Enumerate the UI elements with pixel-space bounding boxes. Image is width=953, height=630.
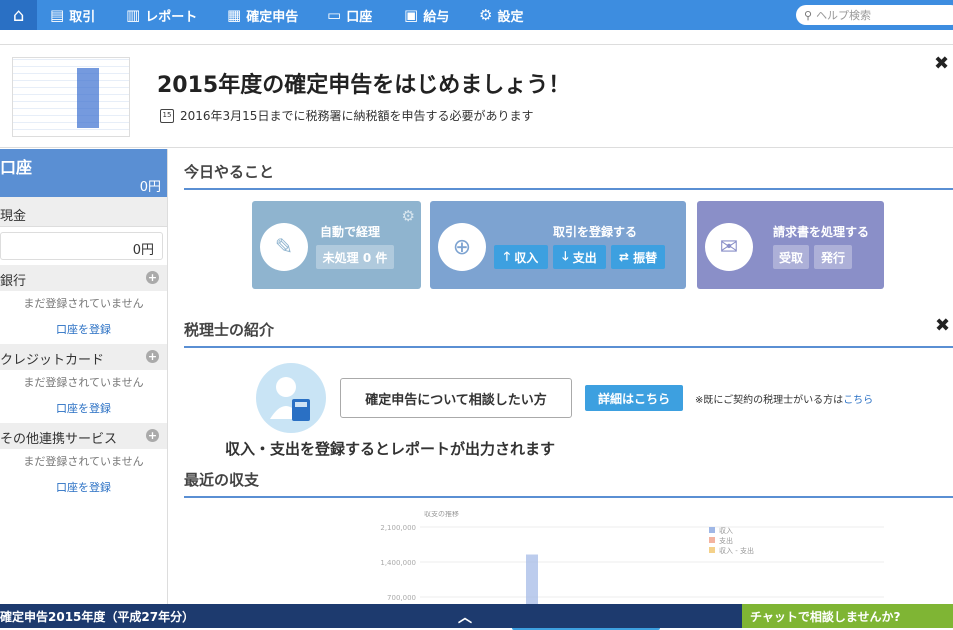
chart-empty-message: 収入・支出を登録するとレポートが出力されます — [225, 438, 556, 459]
accounts-sidebar: 口座 0円 現金 0円 銀行 + まだ登録されていません 口座を登録 クレジットカ… — [0, 149, 168, 604]
inbox-plus-icon: ⊕ — [438, 223, 486, 271]
columns-icon: ▦ — [227, 6, 242, 24]
help-search-input[interactable]: ⚲ ヘルプ検索 — [796, 5, 953, 25]
card-icon: ▭ — [327, 6, 342, 24]
cash-header: 現金 — [0, 197, 167, 227]
credit-card-section-header: クレジットカード + — [0, 344, 167, 370]
legend-label: 収入 — [719, 527, 733, 535]
tax-return-footer[interactable]: 確定申告2015年度（平成27年分） ︿ — [0, 604, 742, 628]
chevron-up-icon[interactable]: ︿ — [458, 607, 472, 627]
y-tick-label: 1,400,000 — [380, 559, 416, 567]
accounts-total: 0円 — [139, 180, 161, 195]
add-bank-icon[interactable]: + — [146, 271, 159, 284]
register-bank-link[interactable]: 口座を登録 — [0, 321, 167, 341]
nav-item-settings[interactable]: ⚙ 設定 — [479, 0, 523, 30]
close-tax-section-icon[interactable]: ✖ — [935, 315, 950, 336]
expense-button[interactable]: 🡓 支出 — [553, 245, 606, 269]
chat-bar[interactable]: チャットで相談しませんか? — [742, 604, 953, 628]
nav-item-payroll[interactable]: ▣ 給与 — [404, 0, 449, 30]
tax-accountant-intro: 確定申告について相談したい方 詳細はこちら ※既にご契約の税理士がいる方はこちら — [184, 363, 953, 435]
legend-swatch — [709, 537, 715, 543]
unprocessed-badge[interactable]: 未処理 0 件 — [316, 245, 394, 269]
nav-item-transactions[interactable]: ▤ 取引 — [50, 0, 95, 30]
banner-title: 2015年度の確定申告をはじめましょう！ — [157, 73, 571, 98]
income-button[interactable]: 🡑 収入 — [494, 245, 548, 269]
legend-swatch — [709, 527, 715, 533]
tax-accountant-title: 税理士の紹介 — [184, 319, 953, 348]
calendar-icon: 15 — [160, 108, 174, 123]
y-tick-label: 700,000 — [387, 594, 416, 602]
invoice-card: ✉ 請求書を処理する 受取 発行 — [697, 201, 884, 289]
register-service-link[interactable]: 口座を登録 — [0, 479, 167, 499]
gear-icon: ⚙ — [479, 6, 493, 24]
card-empty-text: まだ登録されていません — [23, 376, 144, 389]
arrow-up-icon: 🡑 — [503, 248, 515, 263]
inbox-icon: ▤ — [50, 6, 65, 24]
accountant-avatar — [256, 363, 326, 433]
add-service-icon[interactable]: + — [146, 429, 159, 442]
envelope-icon: ✉ — [705, 223, 753, 271]
income-bar — [526, 554, 538, 604]
auto-bookkeeping-card[interactable]: ✎ 自動で経理 ⚙ 未処理 0 件 — [252, 201, 421, 289]
calendar-icon: ▣ — [404, 6, 419, 24]
legend-label: 収入 - 支出 — [719, 546, 754, 555]
y-tick-label: 2,100,000 — [380, 524, 416, 532]
close-banner-icon[interactable]: ✖ — [934, 53, 949, 74]
transfer-button[interactable]: ⇄ 振替 — [611, 245, 665, 269]
today-section-title: 今日やること — [184, 161, 953, 190]
cash-value[interactable]: 0円 — [0, 232, 163, 260]
other-services-section-header: その他連携サービス + — [0, 423, 167, 449]
here-link[interactable]: こちら — [843, 395, 873, 406]
home-icon[interactable]: ⌂ — [0, 0, 37, 30]
recent-balance-title: 最近の収支 — [184, 469, 953, 498]
bank-empty-text: まだ登録されていません — [23, 297, 144, 310]
arrow-down-icon: 🡓 — [562, 248, 573, 263]
legend-swatch — [709, 547, 715, 553]
services-empty-text: まだ登録されていません — [23, 455, 144, 468]
add-card-icon[interactable]: + — [146, 350, 159, 363]
search-icon: ⚲ — [804, 8, 813, 22]
legend-label: 支出 — [719, 536, 733, 545]
tax-form-thumbnail — [12, 57, 130, 137]
banner-subtitle: 15 2016年3月15日までに税務署に納税額を申告する必要があります — [160, 107, 533, 124]
chart-title: 収支の推移 — [424, 511, 459, 518]
bar-chart-icon: ▥ — [126, 6, 141, 24]
consult-bubble: 確定申告について相談したい方 — [340, 378, 572, 418]
balance-chart-svg: 収支の推移 2,100,000 1,400,000 700,000 収入支出収入 - 支… — [380, 511, 884, 604]
details-button[interactable]: 詳細はこちら — [585, 385, 683, 411]
accounts-header[interactable]: 口座 0円 — [0, 149, 167, 197]
transfer-icon: ⇄ — [618, 250, 634, 264]
issue-button[interactable]: 発行 — [814, 245, 852, 269]
register-transaction-card: ⊕ 取引を登録する 🡑 収入 🡓 支出 ⇄ 振替 — [430, 201, 686, 289]
register-card-link[interactable]: 口座を登録 — [0, 400, 167, 420]
bank-section-header: 銀行 + — [0, 265, 167, 291]
existing-accountant-note: ※既にご契約の税理士がいる方はこちら — [695, 395, 874, 406]
nav-item-tax-return[interactable]: ▦ 確定申告 — [227, 0, 298, 30]
receive-button[interactable]: 受取 — [773, 245, 809, 269]
tax-return-banner: 2015年度の確定申告をはじめましょう！ 15 2016年3月15日までに税務署… — [0, 44, 953, 148]
nav-item-reports[interactable]: ▥ レポート — [126, 0, 197, 30]
balance-chart: 収支の推移 2,100,000 1,400,000 700,000 収入 支出 収入 - 支… — [184, 511, 953, 604]
gear-icon[interactable]: ⚙ — [402, 207, 415, 225]
top-navigation: ⌂ ▤ 取引 ▥ レポート ▦ 確定申告 ▭ 口座 ▣ 給与 ⚙ 設定 ⚲ ヘルプ検索 — [0, 0, 953, 30]
document-check-icon: ✎ — [260, 223, 308, 271]
nav-item-accounts[interactable]: ▭ 口座 — [327, 0, 372, 30]
